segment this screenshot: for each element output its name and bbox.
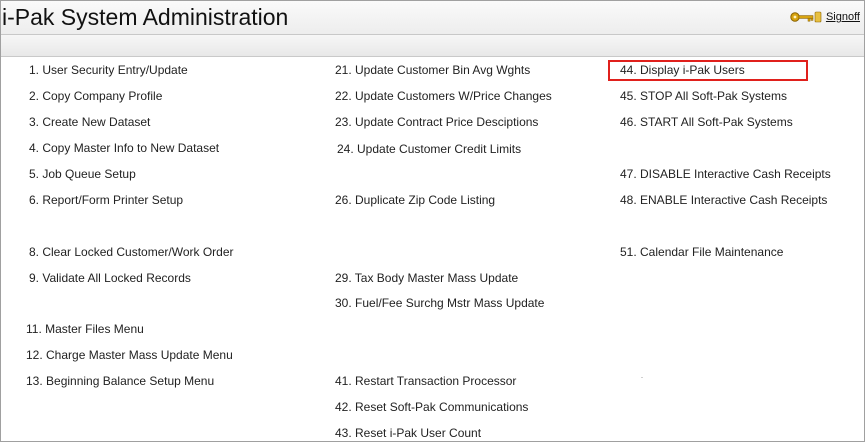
menu-item-beginning-balance[interactable]: 13. Beginning Balance Setup Menu (26, 374, 214, 388)
menu-item-clear-locked[interactable]: 8. Clear Locked Customer/Work Order (29, 245, 234, 259)
menu-item-update-bin-avg[interactable]: 21. Update Customer Bin Avg Wghts (335, 63, 530, 77)
menu-item-start-systems[interactable]: 46. START All Soft-Pak Systems (620, 115, 793, 129)
menu-item-copy-master-info[interactable]: 4. Copy Master Info to New Dataset (29, 141, 219, 155)
menu-item-calendar-maintenance[interactable]: 51. Calendar File Maintenance (620, 245, 783, 259)
menu-item-job-queue-setup[interactable]: 5. Job Queue Setup (29, 167, 136, 181)
toolbar-strip (1, 34, 864, 57)
menu-item-update-contract-price[interactable]: 23. Update Contract Price Desciptions (335, 115, 538, 129)
app-window: i-Pak System Administration Signoff 1. U… (0, 0, 865, 442)
menu-item-enable-cash-receipts[interactable]: 48. ENABLE Interactive Cash Receipts (620, 193, 827, 207)
menu-item-update-credit-limits[interactable]: 24. Update Customer Credit Limits (337, 142, 521, 156)
menu-item-copy-company-profile[interactable]: 2. Copy Company Profile (29, 89, 162, 103)
header-bar: i-Pak System Administration Signoff (1, 1, 864, 34)
menu-item-stop-systems[interactable]: 45. STOP All Soft-Pak Systems (620, 89, 787, 103)
page-title: i-Pak System Administration (2, 4, 289, 30)
menu-item-disable-cash-receipts[interactable]: 47. DISABLE Interactive Cash Receipts (620, 167, 831, 181)
menu-item-fuel-fee-update[interactable]: 30. Fuel/Fee Surchg Mstr Mass Update (335, 296, 544, 310)
menu-item-reset-user-count[interactable]: 43. Reset i-Pak User Count (335, 426, 481, 440)
menu-item-master-files[interactable]: 11. Master Files Menu (26, 322, 144, 336)
menu-item-reset-communications[interactable]: 42. Reset Soft-Pak Communications (335, 400, 528, 414)
menu-item-create-dataset[interactable]: 3. Create New Dataset (29, 115, 150, 129)
menu-item-charge-master[interactable]: 12. Charge Master Mass Update Menu (26, 348, 233, 362)
signoff-link[interactable]: Signoff (790, 10, 860, 24)
menu-item-duplicate-zip[interactable]: 26. Duplicate Zip Code Listing (335, 193, 495, 207)
menu-item-tax-body-update[interactable]: 29. Tax Body Master Mass Update (335, 271, 518, 285)
signoff-label: Signoff (825, 11, 860, 23)
key-icon (790, 11, 822, 23)
menu-item-update-price-changes[interactable]: 22. Update Customers W/Price Changes (335, 89, 552, 103)
menu-item-printer-setup[interactable]: 6. Report/Form Printer Setup (29, 193, 183, 207)
menu-item-display-users[interactable]: 44. Display i-Pak Users (620, 63, 745, 77)
menu-item-user-security[interactable]: 1. User Security Entry/Update (29, 63, 188, 77)
stray-dot (641, 377, 643, 378)
menu-item-validate-locked[interactable]: 9. Validate All Locked Records (29, 271, 191, 285)
menu-item-restart-processor[interactable]: 41. Restart Transaction Processor (335, 374, 516, 388)
